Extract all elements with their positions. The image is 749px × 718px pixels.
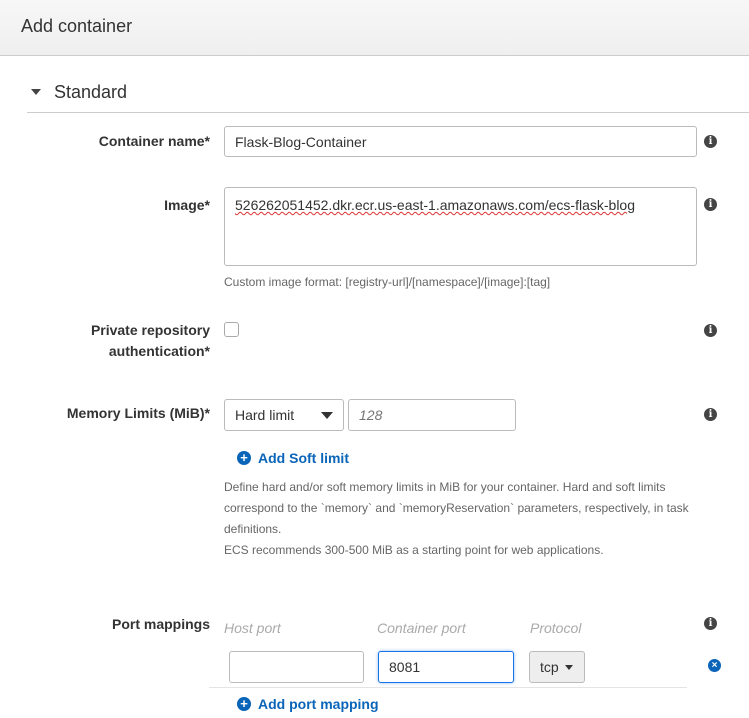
selected-value: Hard limit [235,407,295,423]
label-line: authentication* [108,343,210,359]
modal-title: Add container [21,16,133,36]
image-help-text: Custom image format: [registry-url]/[nam… [224,275,551,289]
divider [209,687,687,688]
info-icon[interactable]: i [704,324,717,337]
label-line: Private repository [90,322,210,338]
container-name-label: Container name* [98,133,210,149]
plus-circle-icon: + [237,451,251,465]
help-line: correspond to the `memory` and `memoryRe… [224,501,689,515]
host-port-input[interactable] [229,651,364,683]
image-textarea[interactable]: 526262051452.dkr.ecr.us-east-1.amazonaws… [224,187,697,266]
info-icon[interactable]: i [704,408,717,421]
link-label: Add port mapping [258,696,379,712]
caret-down-icon [31,88,41,95]
protocol-header: Protocol [530,620,582,636]
caret-down-icon [564,664,573,670]
container-port-header: Container port [377,620,466,636]
memory-help-text: Define hard and/or soft memory limits in… [224,477,689,561]
info-icon[interactable]: i [704,198,717,211]
info-icon[interactable]: i [704,617,717,630]
plus-circle-icon: + [237,697,251,711]
caret-down-icon [321,411,333,419]
selected-value: tcp [540,659,559,675]
memory-limit-input[interactable] [348,399,516,431]
memory-limit-type-select[interactable]: Hard limit [224,399,344,431]
link-label: Add Soft limit [258,450,349,466]
help-line: Define hard and/or soft memory limits in… [224,480,666,494]
container-port-input[interactable] [378,651,514,683]
private-repo-label: Private repository authentication* [10,320,210,362]
add-port-mapping-link[interactable]: + Add port mapping [237,696,379,712]
help-line: definitions. [224,522,282,536]
port-mappings-label: Port mappings [111,616,210,632]
section-toggle-standard[interactable]: Standard [27,82,127,103]
container-name-input[interactable] [224,126,697,157]
modal-header: Add container [0,0,749,56]
divider [27,112,749,113]
protocol-select[interactable]: tcp [529,651,585,683]
add-soft-limit-link[interactable]: + Add Soft limit [237,450,349,466]
remove-port-mapping-icon[interactable]: × [708,659,721,672]
memory-label: Memory Limits (MiB)* [66,405,210,421]
image-label: Image* [164,197,210,213]
info-icon[interactable]: i [704,135,717,148]
help-line: ECS recommends 300-500 MiB as a starting… [224,543,604,557]
section-title: Standard [54,82,128,102]
private-repo-checkbox[interactable] [224,322,239,337]
host-port-header: Host port [224,620,281,636]
